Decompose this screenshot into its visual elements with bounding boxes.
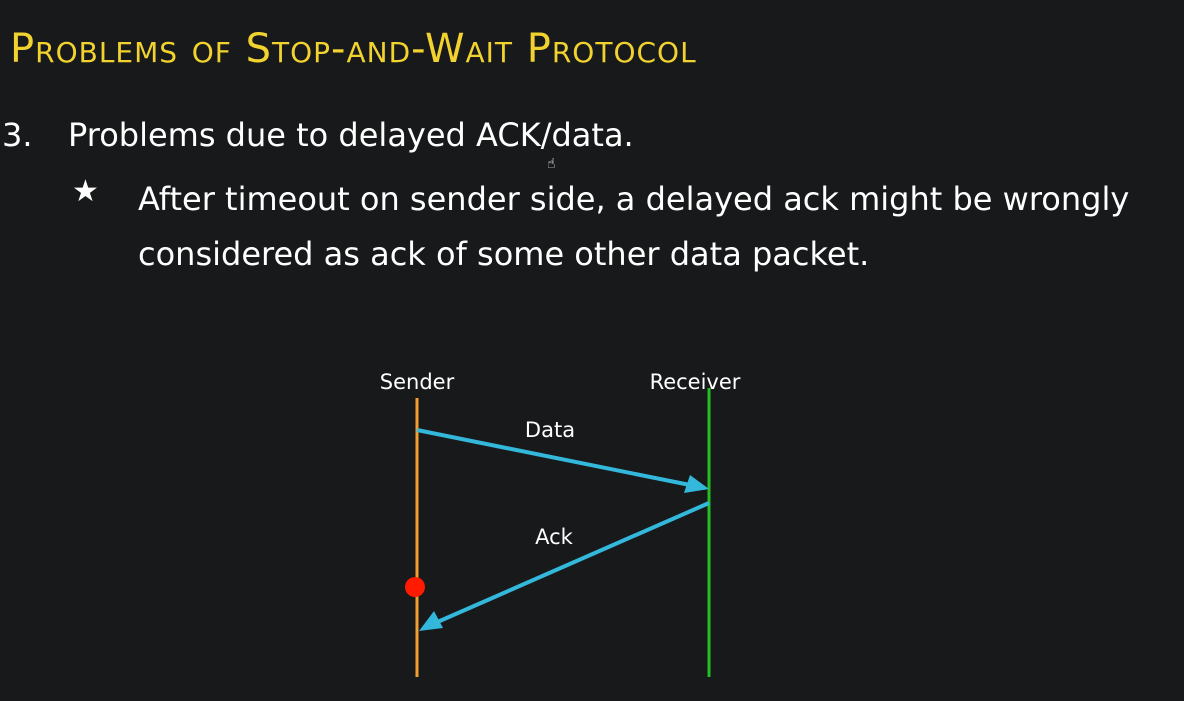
hand-cursor-icon: ☝ bbox=[547, 156, 556, 172]
ack-label: Ack bbox=[535, 525, 574, 549]
sequence-diagram: Sender Receiver Data Ack bbox=[380, 370, 741, 677]
slide: Problems of Stop-and-Wait Protocol 3. Pr… bbox=[0, 0, 1184, 701]
data-label: Data bbox=[525, 418, 575, 442]
ack-arrow bbox=[425, 501, 710, 629]
timeout-dot bbox=[405, 577, 425, 597]
data-arrowhead bbox=[684, 475, 709, 493]
receiver-label: Receiver bbox=[650, 370, 741, 394]
sender-label: Sender bbox=[380, 370, 455, 394]
